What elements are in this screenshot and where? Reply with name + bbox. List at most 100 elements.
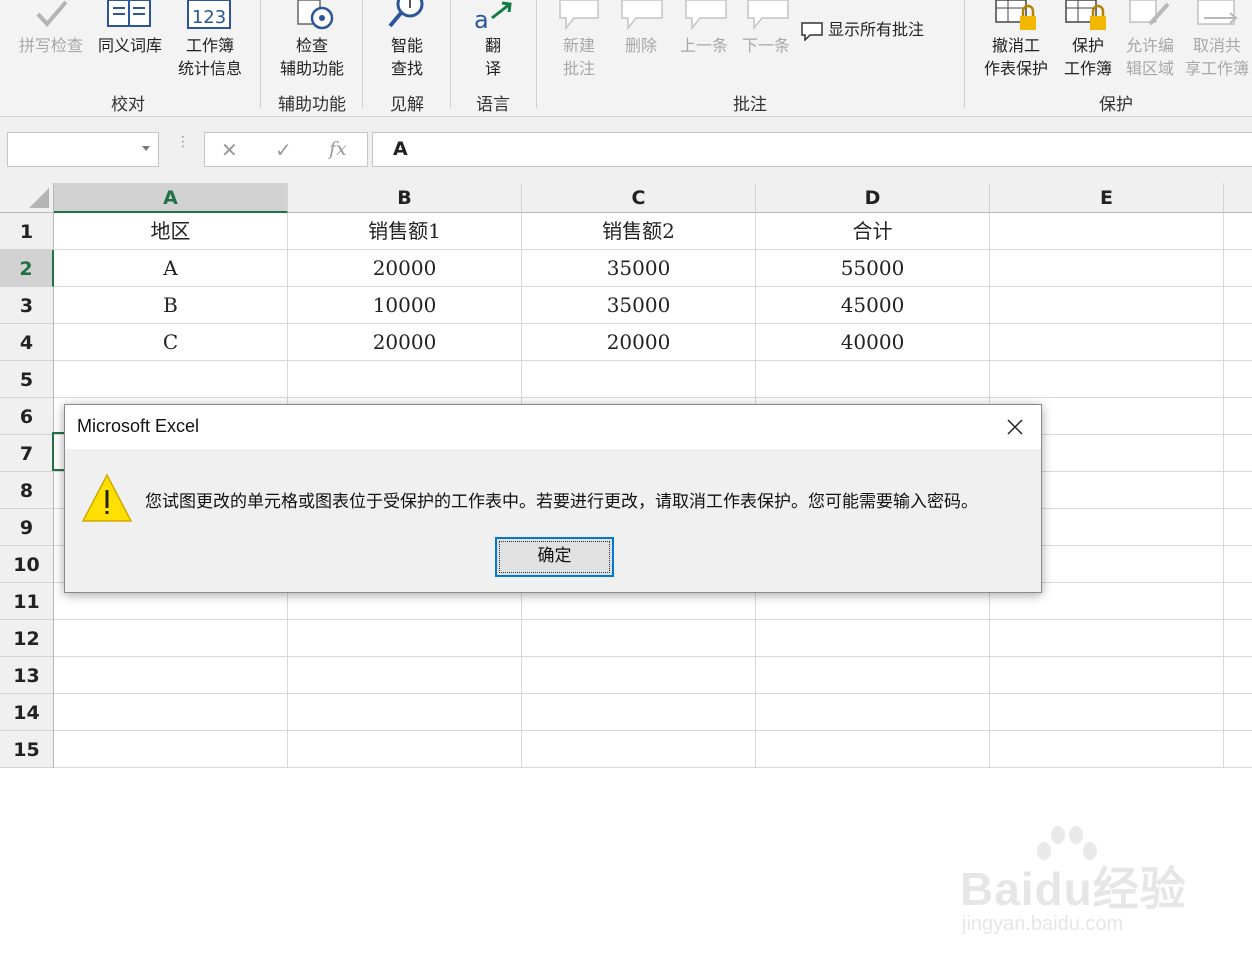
row-header-1[interactable]: 1 [0, 213, 54, 250]
column-header-f[interactable] [1224, 183, 1252, 213]
ok-button[interactable]: 确定 [495, 537, 614, 577]
cell[interactable]: 35000 [522, 287, 756, 324]
cell[interactable] [756, 694, 990, 731]
cell[interactable] [990, 213, 1224, 250]
ribbon: 拼写检查 同义词库 123 工作簿 统计信息 校对 检查 辅助功能 辅助功能 智… [0, 0, 1252, 117]
insert-function-icon[interactable]: fx [329, 138, 347, 160]
cell[interactable]: 45000 [756, 287, 990, 324]
baidu-watermark: Baidu经验 jingyan.baidu.com [960, 825, 1240, 955]
cell[interactable] [522, 620, 756, 657]
cell[interactable] [990, 657, 1224, 694]
cell[interactable] [288, 657, 522, 694]
enter-icon[interactable]: ✓ [275, 138, 292, 162]
cell[interactable]: 20000 [288, 250, 522, 287]
thesaurus-label: 同义词库 [97, 36, 162, 55]
cell[interactable] [522, 694, 756, 731]
column-header-b[interactable]: B [288, 183, 522, 213]
row-header-8[interactable]: 8 [0, 472, 54, 509]
cell[interactable] [990, 287, 1224, 324]
column-header-e[interactable]: E [990, 183, 1224, 213]
cell[interactable] [1224, 509, 1252, 546]
cell[interactable] [522, 361, 756, 398]
cell[interactable] [990, 250, 1224, 287]
row-header-12[interactable]: 12 [0, 620, 54, 657]
cell[interactable]: 销售额1 [288, 213, 522, 250]
close-icon[interactable] [1003, 415, 1027, 439]
row-header-10[interactable]: 10 [0, 546, 54, 583]
cell[interactable] [1224, 213, 1252, 250]
cell[interactable] [54, 620, 288, 657]
cell[interactable] [1224, 546, 1252, 583]
cell[interactable]: 20000 [288, 324, 522, 361]
row-header-9[interactable]: 9 [0, 509, 54, 546]
row-header-14[interactable]: 14 [0, 694, 54, 731]
cell[interactable] [1224, 435, 1252, 472]
cell[interactable] [1224, 287, 1252, 324]
cell[interactable] [990, 361, 1224, 398]
cell[interactable]: 地区 [54, 213, 288, 250]
row-header-4[interactable]: 4 [0, 324, 54, 361]
row-header-13[interactable]: 13 [0, 657, 54, 694]
cell[interactable] [54, 731, 288, 768]
cell[interactable]: 合计 [756, 213, 990, 250]
cell[interactable] [54, 657, 288, 694]
cell[interactable] [1224, 361, 1252, 398]
cell[interactable] [1224, 398, 1252, 435]
select-all-corner[interactable] [0, 183, 54, 213]
smart-lookup-icon [388, 0, 424, 28]
cell[interactable] [522, 657, 756, 694]
row-header-3[interactable]: 3 [0, 287, 54, 324]
formula-bar-grip-icon[interactable]: ⋮ [176, 135, 190, 149]
cell[interactable]: 55000 [756, 250, 990, 287]
cell[interactable]: 40000 [756, 324, 990, 361]
cell[interactable] [288, 731, 522, 768]
row-header-6[interactable]: 6 [0, 398, 54, 435]
cell[interactable] [288, 694, 522, 731]
row-header-15[interactable]: 15 [0, 731, 54, 768]
cell[interactable] [990, 694, 1224, 731]
cell[interactable]: 10000 [288, 287, 522, 324]
row-header-5[interactable]: 5 [0, 361, 54, 398]
column-header-a[interactable]: A [54, 183, 288, 213]
cell[interactable]: 销售额2 [522, 213, 756, 250]
formula-bar: ⋮ ✕ ✓ fx A [0, 117, 1252, 183]
cell[interactable] [1224, 694, 1252, 731]
group-label-language: 语言 [476, 95, 510, 115]
cell[interactable] [990, 620, 1224, 657]
group-separator [362, 0, 363, 108]
name-box[interactable] [7, 132, 159, 167]
name-box-dropdown-icon[interactable] [142, 146, 150, 151]
row-header-11[interactable]: 11 [0, 583, 54, 620]
row-header-2[interactable]: 2 [0, 250, 54, 287]
cell[interactable] [756, 657, 990, 694]
column-header-c[interactable]: C [522, 183, 756, 213]
cell[interactable] [990, 731, 1224, 768]
row-header-7[interactable]: 7 [0, 435, 54, 472]
cell[interactable] [288, 620, 522, 657]
cell[interactable]: 20000 [522, 324, 756, 361]
cell[interactable]: A [54, 250, 288, 287]
cell[interactable] [1224, 324, 1252, 361]
column-header-d[interactable]: D [756, 183, 990, 213]
formula-input[interactable]: A [372, 132, 1252, 167]
cell[interactable] [54, 361, 288, 398]
cell[interactable]: 35000 [522, 250, 756, 287]
cell[interactable]: B [54, 287, 288, 324]
cell[interactable] [990, 324, 1224, 361]
cell[interactable] [1224, 250, 1252, 287]
cell[interactable] [756, 361, 990, 398]
cell[interactable] [1224, 472, 1252, 509]
cell[interactable] [1224, 731, 1252, 768]
protect-workbook-label: 保护 工作簿 [1063, 36, 1112, 78]
cell[interactable] [1224, 620, 1252, 657]
cell[interactable] [1224, 583, 1252, 620]
cell[interactable] [1224, 657, 1252, 694]
cell[interactable] [756, 620, 990, 657]
cell[interactable] [288, 361, 522, 398]
cell[interactable]: C [54, 324, 288, 361]
cancel-icon[interactable]: ✕ [221, 138, 238, 162]
cell[interactable] [54, 694, 288, 731]
cell[interactable] [522, 731, 756, 768]
cell[interactable] [756, 731, 990, 768]
show-hide-comment-button[interactable] [802, 0, 952, 4]
